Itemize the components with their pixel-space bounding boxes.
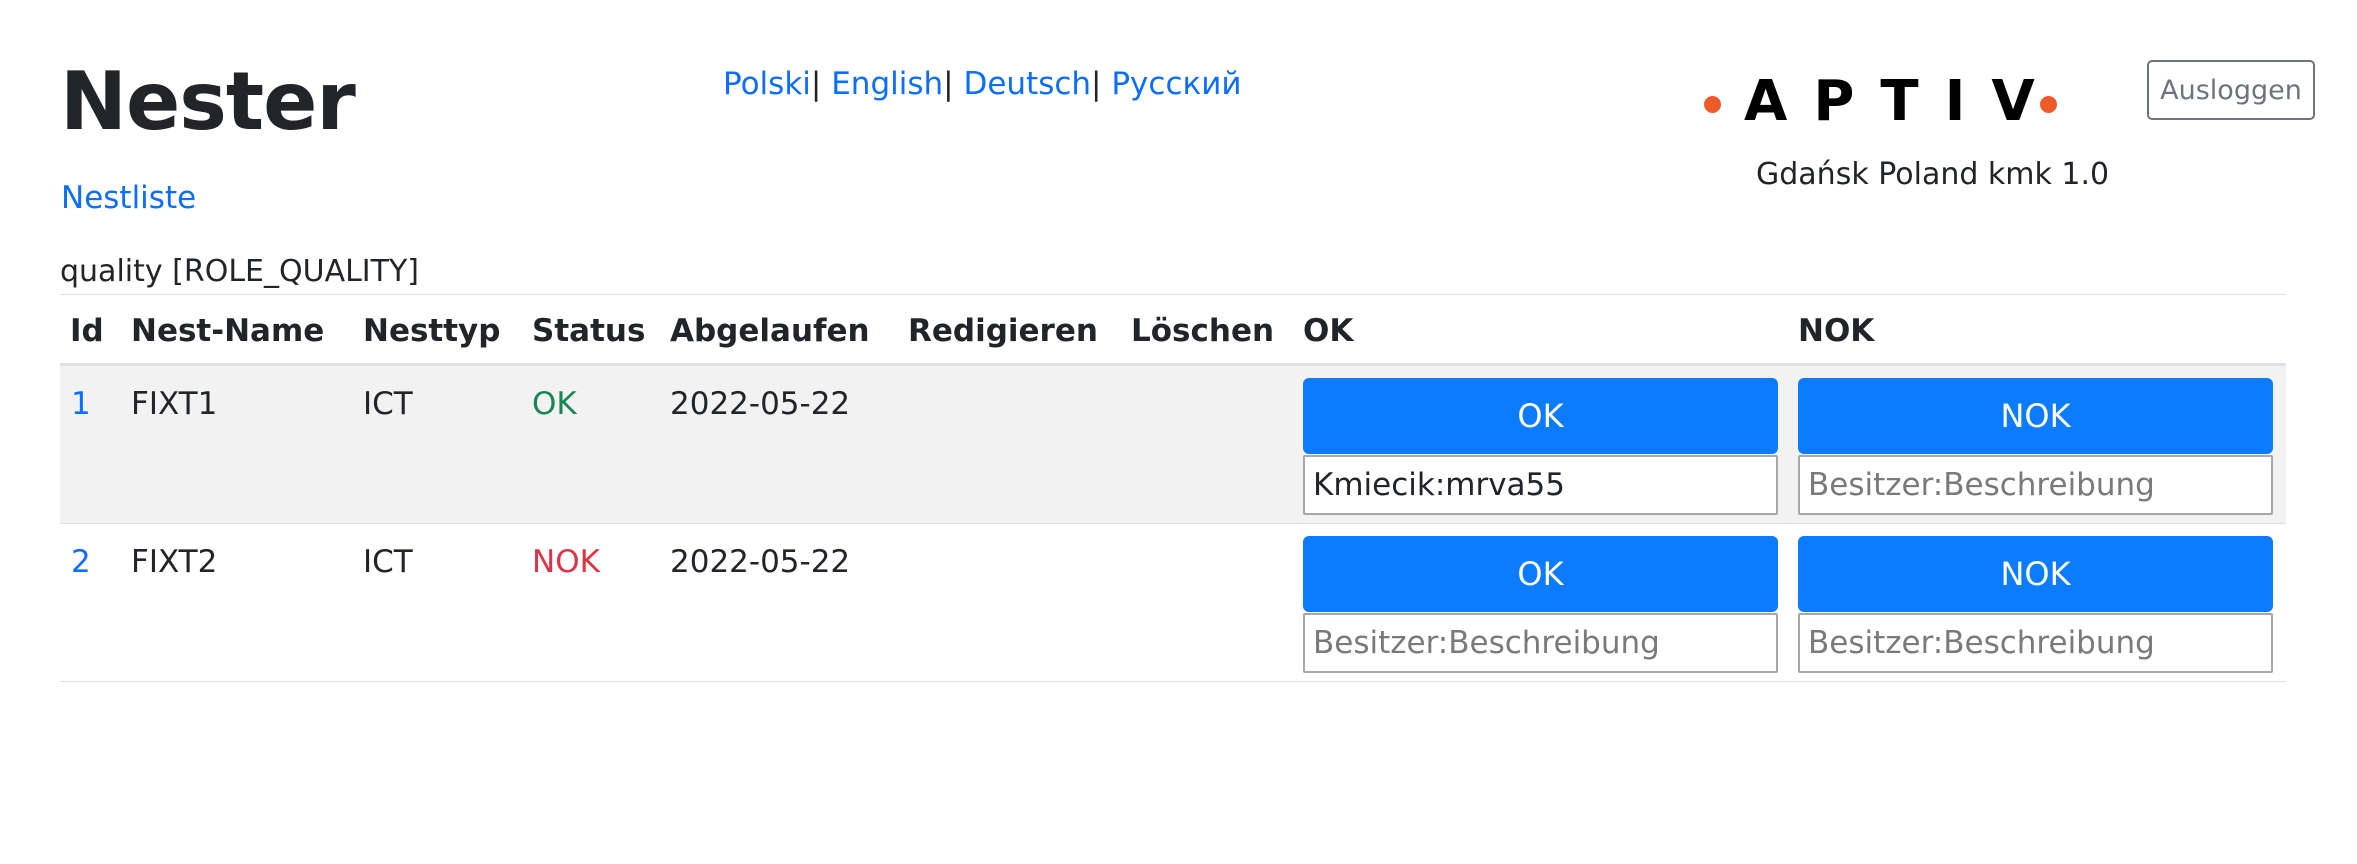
nest-table: Id Nest-Name Nesttyp Status Abgelaufen R…: [60, 294, 2286, 682]
row-nest-type: ICT: [363, 386, 413, 422]
ok-comment-input[interactable]: [1303, 613, 1778, 673]
table-header-row: Id Nest-Name Nesttyp Status Abgelaufen R…: [60, 295, 2286, 366]
table-row: 2 FIXT2 ICT NOK 2022-05-22 OK NOK: [60, 524, 2286, 682]
page-title: Nester: [60, 55, 356, 148]
row-id-link[interactable]: 2: [71, 544, 91, 580]
language-switcher: Polski| English| Deutsch| Русский: [723, 66, 1242, 102]
column-header-redigieren: Redigieren: [908, 313, 1098, 349]
nok-button[interactable]: NOK: [1798, 378, 2273, 454]
column-header-nok: NOK: [1798, 313, 1875, 349]
row-nest-type: ICT: [363, 544, 413, 580]
current-user: quality [ROLE_QUALITY]: [60, 254, 420, 289]
row-status: OK: [532, 386, 577, 422]
column-header-ok: OK: [1303, 313, 1354, 349]
lang-separator: |: [943, 66, 954, 102]
lang-polski-link[interactable]: Polski: [723, 66, 811, 102]
nok-comment-input[interactable]: [1798, 455, 2273, 515]
column-header-status: Status: [532, 313, 646, 349]
table-row: 1 FIXT1 ICT OK 2022-05-22 OK NOK: [60, 366, 2286, 524]
logout-button[interactable]: Ausloggen: [2147, 60, 2315, 120]
lang-english-link[interactable]: English: [831, 66, 943, 102]
ok-button[interactable]: OK: [1303, 378, 1778, 454]
row-expired-date: 2022-05-22: [670, 386, 851, 422]
column-header-loeschen: Löschen: [1131, 313, 1275, 349]
column-header-id: Id: [70, 313, 104, 349]
nok-comment-input[interactable]: [1798, 613, 2273, 673]
column-header-abgelaufen: Abgelaufen: [670, 313, 870, 349]
lang-separator: |: [810, 66, 822, 102]
row-nest-name: FIXT2: [131, 544, 218, 580]
row-nest-name: FIXT1: [131, 386, 218, 422]
page: Nester Nestliste Polski| English| Deutsc…: [0, 0, 2357, 864]
lang-russian-link[interactable]: Русский: [1111, 66, 1241, 102]
column-header-nest-name: Nest-Name: [131, 313, 325, 349]
ok-comment-input[interactable]: [1303, 455, 1778, 515]
aptiv-logo: APTIV: [1700, 72, 2060, 136]
row-id-link[interactable]: 1: [71, 386, 91, 422]
site-subtitle: Gdańsk Poland kmk 1.0: [1756, 157, 2110, 192]
nestliste-link[interactable]: Nestliste: [61, 180, 196, 216]
logo-dot-left: [1704, 96, 1721, 113]
lang-deutsch-link[interactable]: Deutsch: [963, 66, 1091, 102]
row-status: NOK: [532, 544, 600, 580]
column-header-nesttyp: Nesttyp: [363, 313, 501, 349]
nok-button[interactable]: NOK: [1798, 536, 2273, 612]
lang-separator: |: [1091, 66, 1102, 102]
logo-dot-right: [2040, 96, 2057, 113]
logo-text: APTIV: [1744, 69, 2061, 134]
ok-button[interactable]: OK: [1303, 536, 1778, 612]
row-expired-date: 2022-05-22: [670, 544, 851, 580]
